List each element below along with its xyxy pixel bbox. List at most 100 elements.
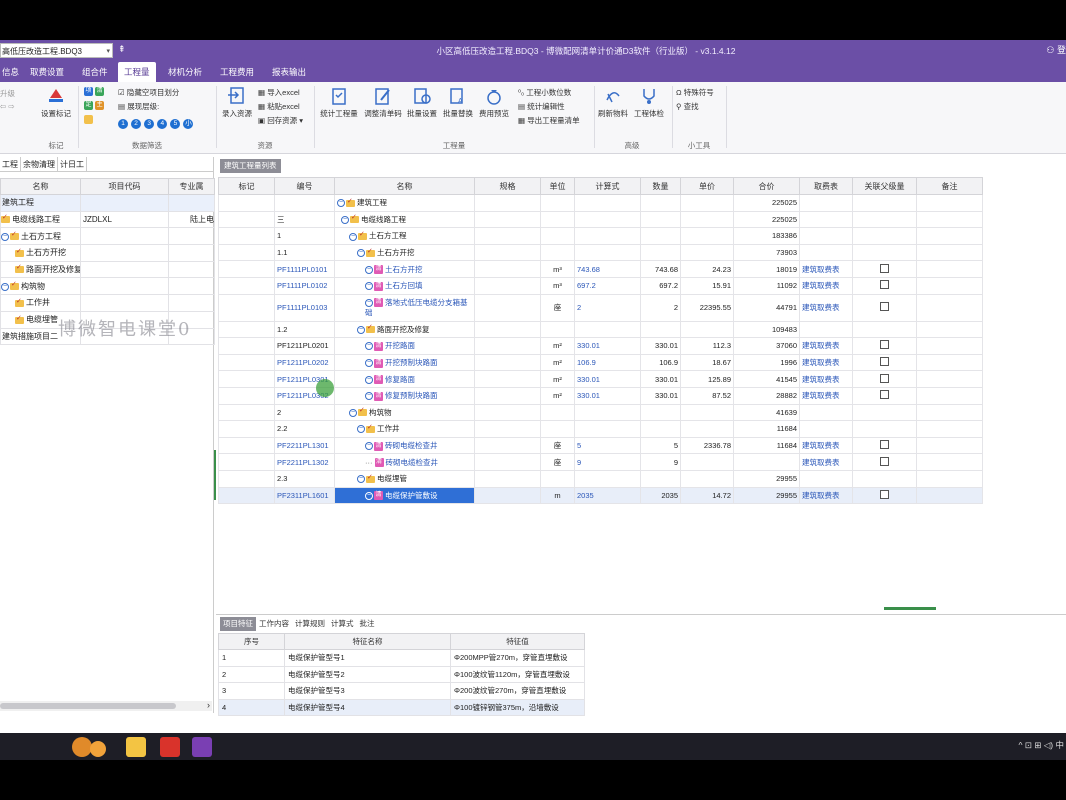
unit-cell[interactable]: m² bbox=[540, 370, 575, 388]
remark-cell[interactable] bbox=[916, 453, 983, 471]
filter-item-project[interactable]: 项 bbox=[84, 86, 93, 96]
code-cell[interactable]: PF1111PL0101 bbox=[274, 260, 335, 278]
name-cell[interactable]: − 电缆埋管 bbox=[334, 469, 475, 488]
column-header-name[interactable]: 名称 bbox=[334, 177, 475, 195]
mark-cell[interactable] bbox=[218, 370, 275, 388]
remark-cell[interactable] bbox=[916, 386, 983, 405]
table-row[interactable]: PF1111PL0101 − 清土石方开挖 m³ 743.68 743.68 24… bbox=[218, 260, 983, 278]
table-row[interactable]: PF1211PL0201 − 清开挖路面 m² 330.01 330.01 112… bbox=[218, 337, 983, 355]
mark-cell[interactable] bbox=[218, 337, 275, 355]
remark-cell[interactable] bbox=[916, 293, 983, 322]
table-row[interactable]: 2.3 − 电缆埋管 29955 bbox=[218, 469, 983, 488]
remark-cell[interactable] bbox=[916, 486, 983, 505]
paste-excel-button[interactable]: ▦ 粘贴excel bbox=[258, 101, 300, 112]
fee-table-cell[interactable]: 建筑取费表 bbox=[799, 486, 853, 505]
decimal-places-button[interactable]: ⁰₀ 工程小数位数 bbox=[518, 87, 571, 98]
menu-quantity[interactable]: 工程量 bbox=[118, 62, 156, 82]
menu-material-analysis[interactable]: 材机分析 bbox=[162, 62, 208, 82]
engineering-check-button[interactable]: 工程体检 bbox=[632, 86, 666, 119]
table-row[interactable]: 1.2 − 路面开挖及修复 109483 bbox=[218, 320, 983, 339]
name-cell[interactable]: − 构筑物 bbox=[334, 403, 475, 422]
mark-cell[interactable] bbox=[218, 353, 275, 372]
table-row[interactable]: 2.2 − 工作井 11684 bbox=[218, 420, 983, 438]
spec-cell[interactable] bbox=[474, 386, 541, 405]
filter-item-list[interactable]: 清 bbox=[95, 86, 105, 96]
name-cell[interactable]: − 工作井 bbox=[334, 420, 475, 438]
menu-engineering-fee[interactable]: 工程费用 bbox=[214, 62, 260, 82]
pumpkin-icon[interactable] bbox=[72, 737, 92, 757]
feature-name-cell[interactable]: 电缆保护管型号1 bbox=[284, 649, 451, 667]
tree-row[interactable]: 工作井 bbox=[0, 294, 215, 312]
table-row[interactable]: PF1111PL0103 − 清落地式低压电缆分支箱基础 座 2 2 22395.… bbox=[218, 293, 983, 322]
parent-link-checkbox[interactable] bbox=[852, 453, 917, 471]
set-mark-button[interactable]: 设置标记 bbox=[38, 86, 74, 119]
name-cell[interactable]: − 清落地式低压电缆分支箱基础 bbox=[334, 293, 475, 322]
name-cell[interactable]: ··· 清砖砌电缆检查井 bbox=[334, 453, 475, 471]
collapse-icon[interactable]: − bbox=[365, 298, 373, 307]
code-cell[interactable]: 1.2 bbox=[274, 320, 335, 339]
spec-cell[interactable] bbox=[474, 260, 541, 278]
feature-name-cell[interactable]: 电缆保护管型号4 bbox=[284, 698, 451, 717]
level-4-button[interactable]: 4 bbox=[157, 119, 168, 129]
column-header-feature-name[interactable]: 特征名称 bbox=[284, 633, 451, 650]
spec-cell[interactable] bbox=[474, 353, 541, 372]
file-explorer-icon[interactable] bbox=[126, 737, 146, 757]
parent-link-checkbox[interactable] bbox=[852, 293, 917, 322]
parent-link-checkbox[interactable] bbox=[852, 486, 917, 505]
column-header-mark[interactable]: 标记 bbox=[218, 177, 275, 195]
collapse-icon[interactable]: − bbox=[365, 392, 373, 401]
feature-name-cell[interactable]: 电缆保护管型号3 bbox=[284, 682, 451, 700]
name-cell[interactable]: − 清开挖路面 bbox=[334, 337, 475, 355]
mark-cell[interactable] bbox=[218, 386, 275, 405]
fee-table-cell[interactable]: 建筑取费表 bbox=[799, 386, 853, 405]
mark-cell[interactable] bbox=[218, 210, 275, 229]
mark-cell[interactable] bbox=[218, 436, 275, 455]
name-cell[interactable]: − 清土石方开挖 bbox=[334, 260, 475, 278]
collapse-icon[interactable]: − bbox=[365, 491, 373, 500]
formula-cell[interactable]: 106.9 bbox=[574, 353, 641, 372]
column-header-quantity[interactable]: 数量 bbox=[640, 177, 681, 195]
level-small-button[interactable]: 小 bbox=[183, 119, 194, 129]
table-row[interactable]: PF2211PL1301 − 清砖砌电缆检查井 座 5 5 2336.78 116… bbox=[218, 436, 983, 455]
unit-cell[interactable]: m bbox=[540, 486, 575, 505]
column-header-unit-price[interactable]: 单价 bbox=[680, 177, 734, 195]
table-row[interactable]: PF2211PL1302 ··· 清砖砌电缆检查井 座 9 9 建筑取费表 bbox=[218, 453, 983, 471]
tree-row[interactable]: − 构筑物 bbox=[0, 277, 215, 296]
unit-cell[interactable]: m² bbox=[540, 386, 575, 405]
table-row[interactable]: PF1111PL0102 − 清土石方回填 m³ 697.2 697.2 15.9… bbox=[218, 276, 983, 295]
collapse-icon[interactable]: − bbox=[365, 282, 373, 291]
tree-row[interactable]: 土石方开挖 bbox=[0, 244, 215, 262]
formula-cell[interactable]: 2035 bbox=[574, 486, 641, 505]
stat-quantity-button[interactable]: 统计工程量 bbox=[318, 86, 360, 119]
tab-building-quantity-list[interactable]: 建筑工程量列表 bbox=[220, 159, 281, 173]
mark-cell[interactable] bbox=[218, 469, 275, 488]
column-header-spec[interactable]: 规格 bbox=[474, 177, 541, 195]
app-pw-icon[interactable] bbox=[192, 737, 212, 757]
column-header-parent-link[interactable]: 关联父级量 bbox=[852, 177, 917, 195]
name-cell[interactable]: − 路面开挖及修复 bbox=[334, 320, 475, 339]
tab-work-content[interactable]: 工作内容 bbox=[256, 617, 292, 631]
formula-cell[interactable]: 9 bbox=[574, 453, 641, 471]
remark-cell[interactable] bbox=[916, 337, 983, 355]
column-header-remark[interactable]: 备注 bbox=[916, 177, 983, 195]
code-cell[interactable]: 三 bbox=[274, 210, 335, 229]
name-cell[interactable]: − 清土石方回填 bbox=[334, 276, 475, 295]
remark-cell[interactable] bbox=[916, 260, 983, 278]
level-5-button[interactable]: 5 bbox=[170, 119, 181, 129]
user-menu[interactable]: ⚇ 登 bbox=[1046, 43, 1066, 56]
refresh-material-button[interactable]: 刷新物料 bbox=[596, 86, 630, 119]
formula-cell[interactable]: 2 bbox=[574, 293, 641, 322]
code-cell[interactable]: 1 bbox=[274, 227, 335, 245]
filter-item-quota[interactable]: 定 bbox=[84, 100, 93, 110]
code-cell-editing[interactable]: PF1211PL0201 bbox=[274, 337, 335, 355]
code-cell[interactable]: 2.3 bbox=[274, 469, 335, 488]
code-cell[interactable]: PF1111PL0103 bbox=[274, 293, 335, 322]
remark-cell[interactable] bbox=[916, 370, 983, 388]
tree-row[interactable]: 建筑工程 bbox=[0, 194, 215, 212]
code-cell[interactable]: 2 bbox=[274, 403, 335, 422]
unit-cell[interactable]: m³ bbox=[540, 260, 575, 278]
adjust-list-code-button[interactable]: 调整清单码 bbox=[362, 86, 404, 119]
table-row[interactable]: 2 − 构筑物 41639 bbox=[218, 403, 983, 422]
name-cell[interactable]: − 清修复路面 bbox=[334, 370, 475, 388]
collapse-icon[interactable]: − bbox=[1, 282, 9, 291]
